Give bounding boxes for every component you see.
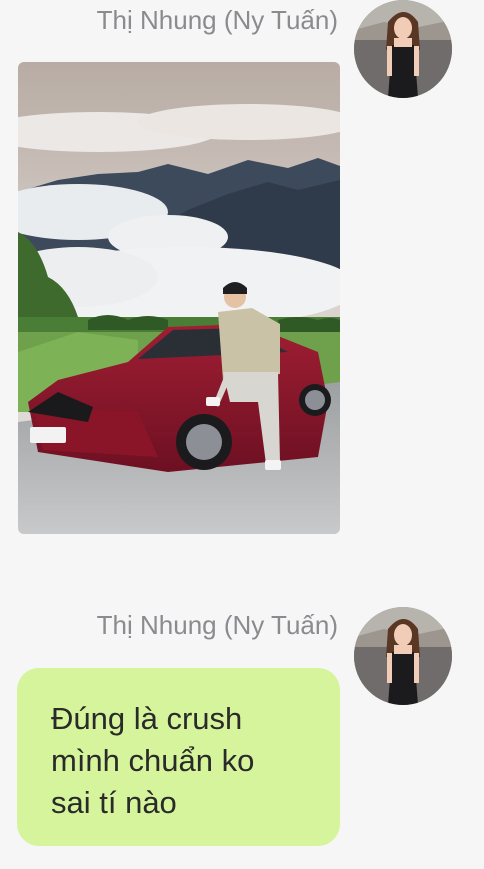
message-text-line: sai tí nào: [51, 785, 177, 820]
message-text-line: mình chuẩn ko: [51, 743, 255, 778]
avatar-photo-icon: [354, 607, 452, 705]
photo-car-mountain-scene: [18, 62, 340, 534]
message-photo[interactable]: [18, 62, 340, 534]
message-text-line: Đúng là crush: [51, 701, 243, 736]
message-bubble[interactable]: Đúng là crush mình chuẩn ko sai tí nào: [17, 668, 340, 846]
avatar-photo-icon: [354, 0, 452, 98]
sender-name: Thị Nhung (Ny Tuấn): [96, 5, 338, 35]
avatar[interactable]: [354, 0, 452, 98]
avatar[interactable]: [354, 607, 452, 705]
sender-name: Thị Nhung (Ny Tuấn): [96, 610, 338, 640]
